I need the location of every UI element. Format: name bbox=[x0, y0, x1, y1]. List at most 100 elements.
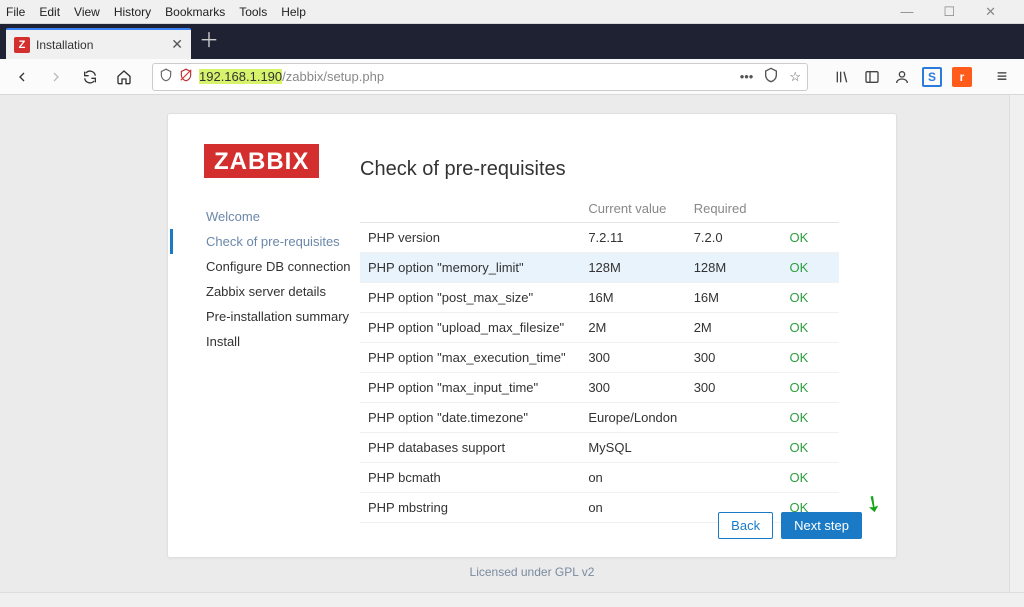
url-text: 192.168.1.190/zabbix/setup.php bbox=[199, 69, 384, 84]
tab-favicon: Z bbox=[14, 37, 30, 53]
cell-status: OK bbox=[782, 253, 840, 283]
ext-icon-r[interactable]: r bbox=[952, 67, 972, 87]
cell-name: PHP mbstring bbox=[360, 493, 580, 523]
step-2[interactable]: Configure DB connection bbox=[206, 254, 360, 279]
cell-name: PHP option "max_execution_time" bbox=[360, 343, 580, 373]
menu-tools[interactable]: Tools bbox=[239, 5, 267, 19]
tabstrip: Z Installation ✕ ＋ bbox=[0, 24, 1024, 59]
library-icon[interactable] bbox=[832, 67, 852, 87]
cell-required bbox=[686, 403, 782, 433]
tab-close-icon[interactable]: ✕ bbox=[171, 36, 183, 53]
table-row: PHP option "memory_limit"128M128MOK bbox=[360, 253, 839, 283]
cell-name: PHP option "max_input_time" bbox=[360, 373, 580, 403]
menu-bookmarks[interactable]: Bookmarks bbox=[165, 5, 225, 19]
cell-status: OK bbox=[782, 403, 840, 433]
cell-status: OK bbox=[782, 223, 840, 253]
table-row: PHP option "date.timezone"Europe/London O… bbox=[360, 403, 839, 433]
maximize-icon[interactable]: ☐ bbox=[943, 4, 955, 20]
shield-icon[interactable] bbox=[159, 68, 173, 85]
menu-view[interactable]: View bbox=[74, 5, 100, 19]
bookmark-star-icon[interactable]: ☆ bbox=[789, 69, 801, 85]
license-text: Licensed under GPL v2 bbox=[167, 565, 897, 579]
cell-current: 300 bbox=[580, 373, 685, 403]
cell-required: 7.2.0 bbox=[686, 223, 782, 253]
step-3[interactable]: Zabbix server details bbox=[206, 279, 360, 304]
toolbar-right-icons: S r bbox=[832, 67, 972, 87]
sidebar-icon[interactable] bbox=[862, 67, 882, 87]
table-row: PHP bcmathon OK bbox=[360, 463, 839, 493]
back-button[interactable] bbox=[8, 63, 36, 91]
insecure-icon[interactable] bbox=[179, 68, 193, 85]
cell-current: 128M bbox=[580, 253, 685, 283]
cell-status: OK bbox=[782, 343, 840, 373]
menubar: File Edit View History Bookmarks Tools H… bbox=[0, 0, 1024, 24]
table-row: PHP option "max_input_time"300300OK bbox=[360, 373, 839, 403]
requirements-table: Current value Required PHP version7.2.11… bbox=[360, 195, 839, 523]
cell-status: OK bbox=[782, 373, 840, 403]
cell-required: 128M bbox=[686, 253, 782, 283]
cell-required bbox=[686, 463, 782, 493]
th-status bbox=[782, 195, 840, 223]
next-step-button[interactable]: Next step bbox=[781, 512, 862, 539]
cell-required: 16M bbox=[686, 283, 782, 313]
close-window-icon[interactable]: ✕ bbox=[985, 4, 996, 20]
home-button[interactable] bbox=[110, 63, 138, 91]
cell-current: Europe/London bbox=[580, 403, 685, 433]
page-actions-icon[interactable]: ••• bbox=[740, 69, 754, 84]
requirements-table-wrap: Current value Required PHP version7.2.11… bbox=[360, 195, 854, 539]
tab-installation[interactable]: Z Installation ✕ bbox=[6, 28, 191, 59]
step-1[interactable]: Check of pre-requisites bbox=[206, 229, 360, 254]
cell-current: 7.2.11 bbox=[580, 223, 685, 253]
cell-status: OK bbox=[782, 463, 840, 493]
menu-help[interactable]: Help bbox=[281, 5, 306, 19]
menu-file[interactable]: File bbox=[6, 5, 25, 19]
cell-current: MySQL bbox=[580, 433, 685, 463]
th-current: Current value bbox=[580, 195, 685, 223]
step-5[interactable]: Install bbox=[206, 329, 360, 354]
step-4[interactable]: Pre-installation summary bbox=[206, 304, 360, 329]
account-icon[interactable] bbox=[892, 67, 912, 87]
step-0[interactable]: Welcome bbox=[206, 204, 360, 229]
cell-current: on bbox=[580, 463, 685, 493]
cell-name: PHP option "date.timezone" bbox=[360, 403, 580, 433]
viewport: ZABBIX WelcomeCheck of pre-requisitesCon… bbox=[0, 95, 1024, 607]
th-required: Required bbox=[686, 195, 782, 223]
zabbix-logo: ZABBIX bbox=[204, 144, 319, 178]
cell-required bbox=[686, 433, 782, 463]
menu-edit[interactable]: Edit bbox=[39, 5, 60, 19]
setup-card: ZABBIX WelcomeCheck of pre-requisitesCon… bbox=[167, 113, 897, 558]
page-vscroll[interactable] bbox=[1009, 95, 1024, 592]
page-hscroll[interactable] bbox=[0, 592, 1024, 607]
cell-status: OK bbox=[782, 313, 840, 343]
table-row: PHP option "upload_max_filesize"2M2MOK bbox=[360, 313, 839, 343]
cell-status: OK bbox=[782, 433, 840, 463]
back-step-button[interactable]: Back bbox=[718, 512, 773, 539]
menu-button[interactable]: ≡ bbox=[988, 66, 1016, 87]
url-bar[interactable]: 192.168.1.190/zabbix/setup.php ••• ☆ bbox=[152, 63, 808, 91]
ext-icon-s[interactable]: S bbox=[922, 67, 942, 87]
menu-history[interactable]: History bbox=[114, 5, 151, 19]
new-tab-button[interactable]: ＋ bbox=[199, 24, 219, 59]
minimize-icon[interactable]: — bbox=[900, 4, 913, 20]
table-scrollbar[interactable]: ▲ ▼ bbox=[839, 195, 854, 539]
reload-button[interactable] bbox=[76, 63, 104, 91]
footer-buttons: Back Next step bbox=[718, 512, 862, 539]
table-row: PHP databases supportMySQL OK bbox=[360, 433, 839, 463]
cell-name: PHP databases support bbox=[360, 433, 580, 463]
cell-required: 300 bbox=[686, 343, 782, 373]
window-controls: — ☐ ✕ bbox=[900, 4, 1018, 20]
urlbar-right: ••• ☆ bbox=[740, 67, 801, 86]
cell-status: OK bbox=[782, 283, 840, 313]
reader-icon[interactable] bbox=[763, 67, 779, 86]
forward-button[interactable] bbox=[42, 63, 70, 91]
setup-steps: WelcomeCheck of pre-requisitesConfigure … bbox=[204, 204, 360, 539]
cell-name: PHP option "upload_max_filesize" bbox=[360, 313, 580, 343]
scroll-thumb[interactable] bbox=[841, 209, 852, 304]
toolbar: 192.168.1.190/zabbix/setup.php ••• ☆ S r… bbox=[0, 59, 1024, 95]
page-title: Check of pre-requisites bbox=[360, 158, 854, 181]
cell-name: PHP bcmath bbox=[360, 463, 580, 493]
table-row: PHP version7.2.117.2.0OK bbox=[360, 223, 839, 253]
cell-name: PHP version bbox=[360, 223, 580, 253]
scroll-up-icon[interactable]: ▲ bbox=[839, 195, 854, 209]
cell-current: on bbox=[580, 493, 685, 523]
